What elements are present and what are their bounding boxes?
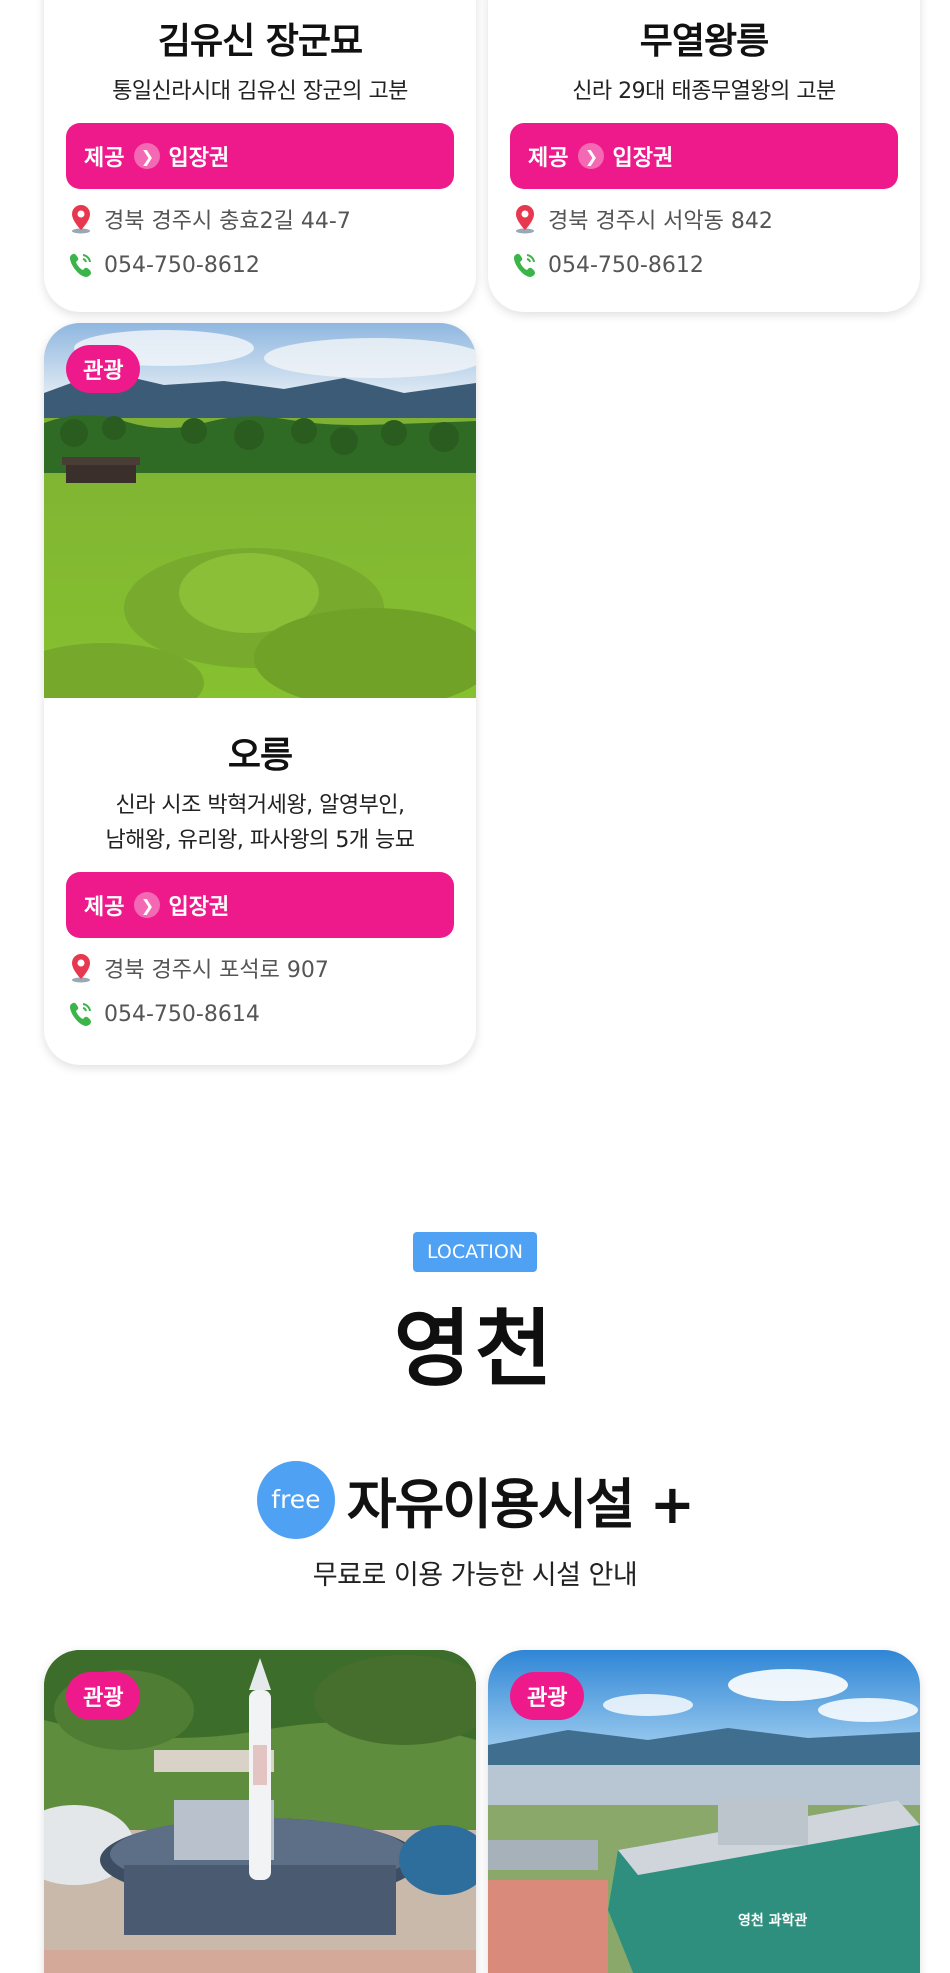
place-title: 김유신 장군묘 xyxy=(157,21,363,62)
location-pin-icon xyxy=(510,203,540,235)
phone-icon xyxy=(66,249,96,281)
place-card-oreung[interactable]: 관광 오릉 신라 시조 박혁거세왕, 알영부인, 남해왕, 유리왕, 파사왕의 … xyxy=(44,323,476,1065)
place-title: 무열왕릉 xyxy=(639,21,769,62)
ticket-button[interactable]: 제공 ❯ 입장권 xyxy=(66,123,454,189)
phone-text[interactable]: 054-750-8612 xyxy=(104,253,260,278)
phone-row[interactable]: 054-750-8612 xyxy=(510,249,898,281)
chevron-right-icon: ❯ xyxy=(134,143,161,169)
description-line-2: 남해왕, 유리왕, 파사왕의 5개 능묘 xyxy=(105,828,415,853)
phone-text[interactable]: 054-750-8612 xyxy=(548,253,704,278)
phone-row[interactable]: 054-750-8614 xyxy=(66,998,454,1030)
ticket-label: 입장권 xyxy=(168,146,230,171)
chevron-right-icon: ❯ xyxy=(578,143,605,169)
location-tag: LOCATION xyxy=(413,1232,537,1272)
svg-text:영천 과학관: 영천 과학관 xyxy=(738,1912,807,1929)
place-photo: 관광 xyxy=(44,323,476,698)
provide-label: 제공 xyxy=(84,895,125,920)
phone-row[interactable]: 054-750-8612 xyxy=(66,249,454,281)
location-pin-icon xyxy=(66,203,96,235)
free-badge: free xyxy=(256,1460,335,1539)
category-badge: 관광 xyxy=(510,1672,585,1720)
place-card-bottom-left[interactable]: 관광 xyxy=(44,1650,476,1973)
free-facilities-heading: free 자유이용시설 + xyxy=(0,1460,950,1539)
provide-label: 제공 xyxy=(84,146,125,171)
location-pin-icon xyxy=(66,952,96,984)
place-card-bottom-right[interactable]: 영천 과학관 관광 xyxy=(488,1650,920,1973)
phone-text[interactable]: 054-750-8614 xyxy=(104,1002,260,1027)
place-photo: 영천 과학관 관광 xyxy=(488,1650,920,1973)
address-row: 경북 경주시 충효2길 44-7 xyxy=(66,203,454,235)
place-description: 통일신라시대 김유신 장군의 고분 xyxy=(112,79,408,104)
region-title: 영천 xyxy=(393,1300,557,1398)
category-badge: 관광 xyxy=(66,345,141,393)
chevron-right-icon: ❯ xyxy=(134,892,161,918)
address-text: 경북 경주시 충효2길 44-7 xyxy=(104,209,351,234)
ticket-button[interactable]: 제공 ❯ 입장권 xyxy=(510,123,898,189)
place-card-kimyushin[interactable]: 김유신 장군묘 통일신라시대 김유신 장군의 고분 제공 ❯ 입장권 경북 경주… xyxy=(44,0,476,312)
address-text: 경북 경주시 서악동 842 xyxy=(548,209,773,234)
place-title: 오릉 xyxy=(227,735,293,776)
description-line-1: 신라 시조 박혁거세왕, 알영부인, xyxy=(115,793,405,818)
phone-icon xyxy=(510,249,540,281)
phone-icon xyxy=(66,998,96,1030)
place-description: 신라 시조 박혁거세왕, 알영부인, 남해왕, 유리왕, 파사왕의 5개 능묘 xyxy=(66,788,454,858)
address-row: 경북 경주시 포석로 907 xyxy=(66,952,454,984)
place-photo: 관광 xyxy=(44,1650,476,1973)
category-badge: 관광 xyxy=(66,1672,141,1720)
address-text: 경북 경주시 포석로 907 xyxy=(104,958,329,983)
place-description: 신라 29대 태종무열왕의 고분 xyxy=(572,79,836,104)
place-card-muyeol[interactable]: 무열왕릉 신라 29대 태종무열왕의 고분 제공 ❯ 입장권 경북 경주시 서악… xyxy=(488,0,920,312)
ticket-label: 입장권 xyxy=(612,146,674,171)
address-row: 경북 경주시 서악동 842 xyxy=(510,203,898,235)
ticket-label: 입장권 xyxy=(168,895,230,920)
ticket-button[interactable]: 제공 ❯ 입장권 xyxy=(66,872,454,938)
free-facilities-subtitle: 무료로 이용 가능한 시설 안내 xyxy=(312,1560,638,1591)
provide-label: 제공 xyxy=(528,146,569,171)
free-facilities-title: 자유이용시설 + xyxy=(346,1473,695,1536)
